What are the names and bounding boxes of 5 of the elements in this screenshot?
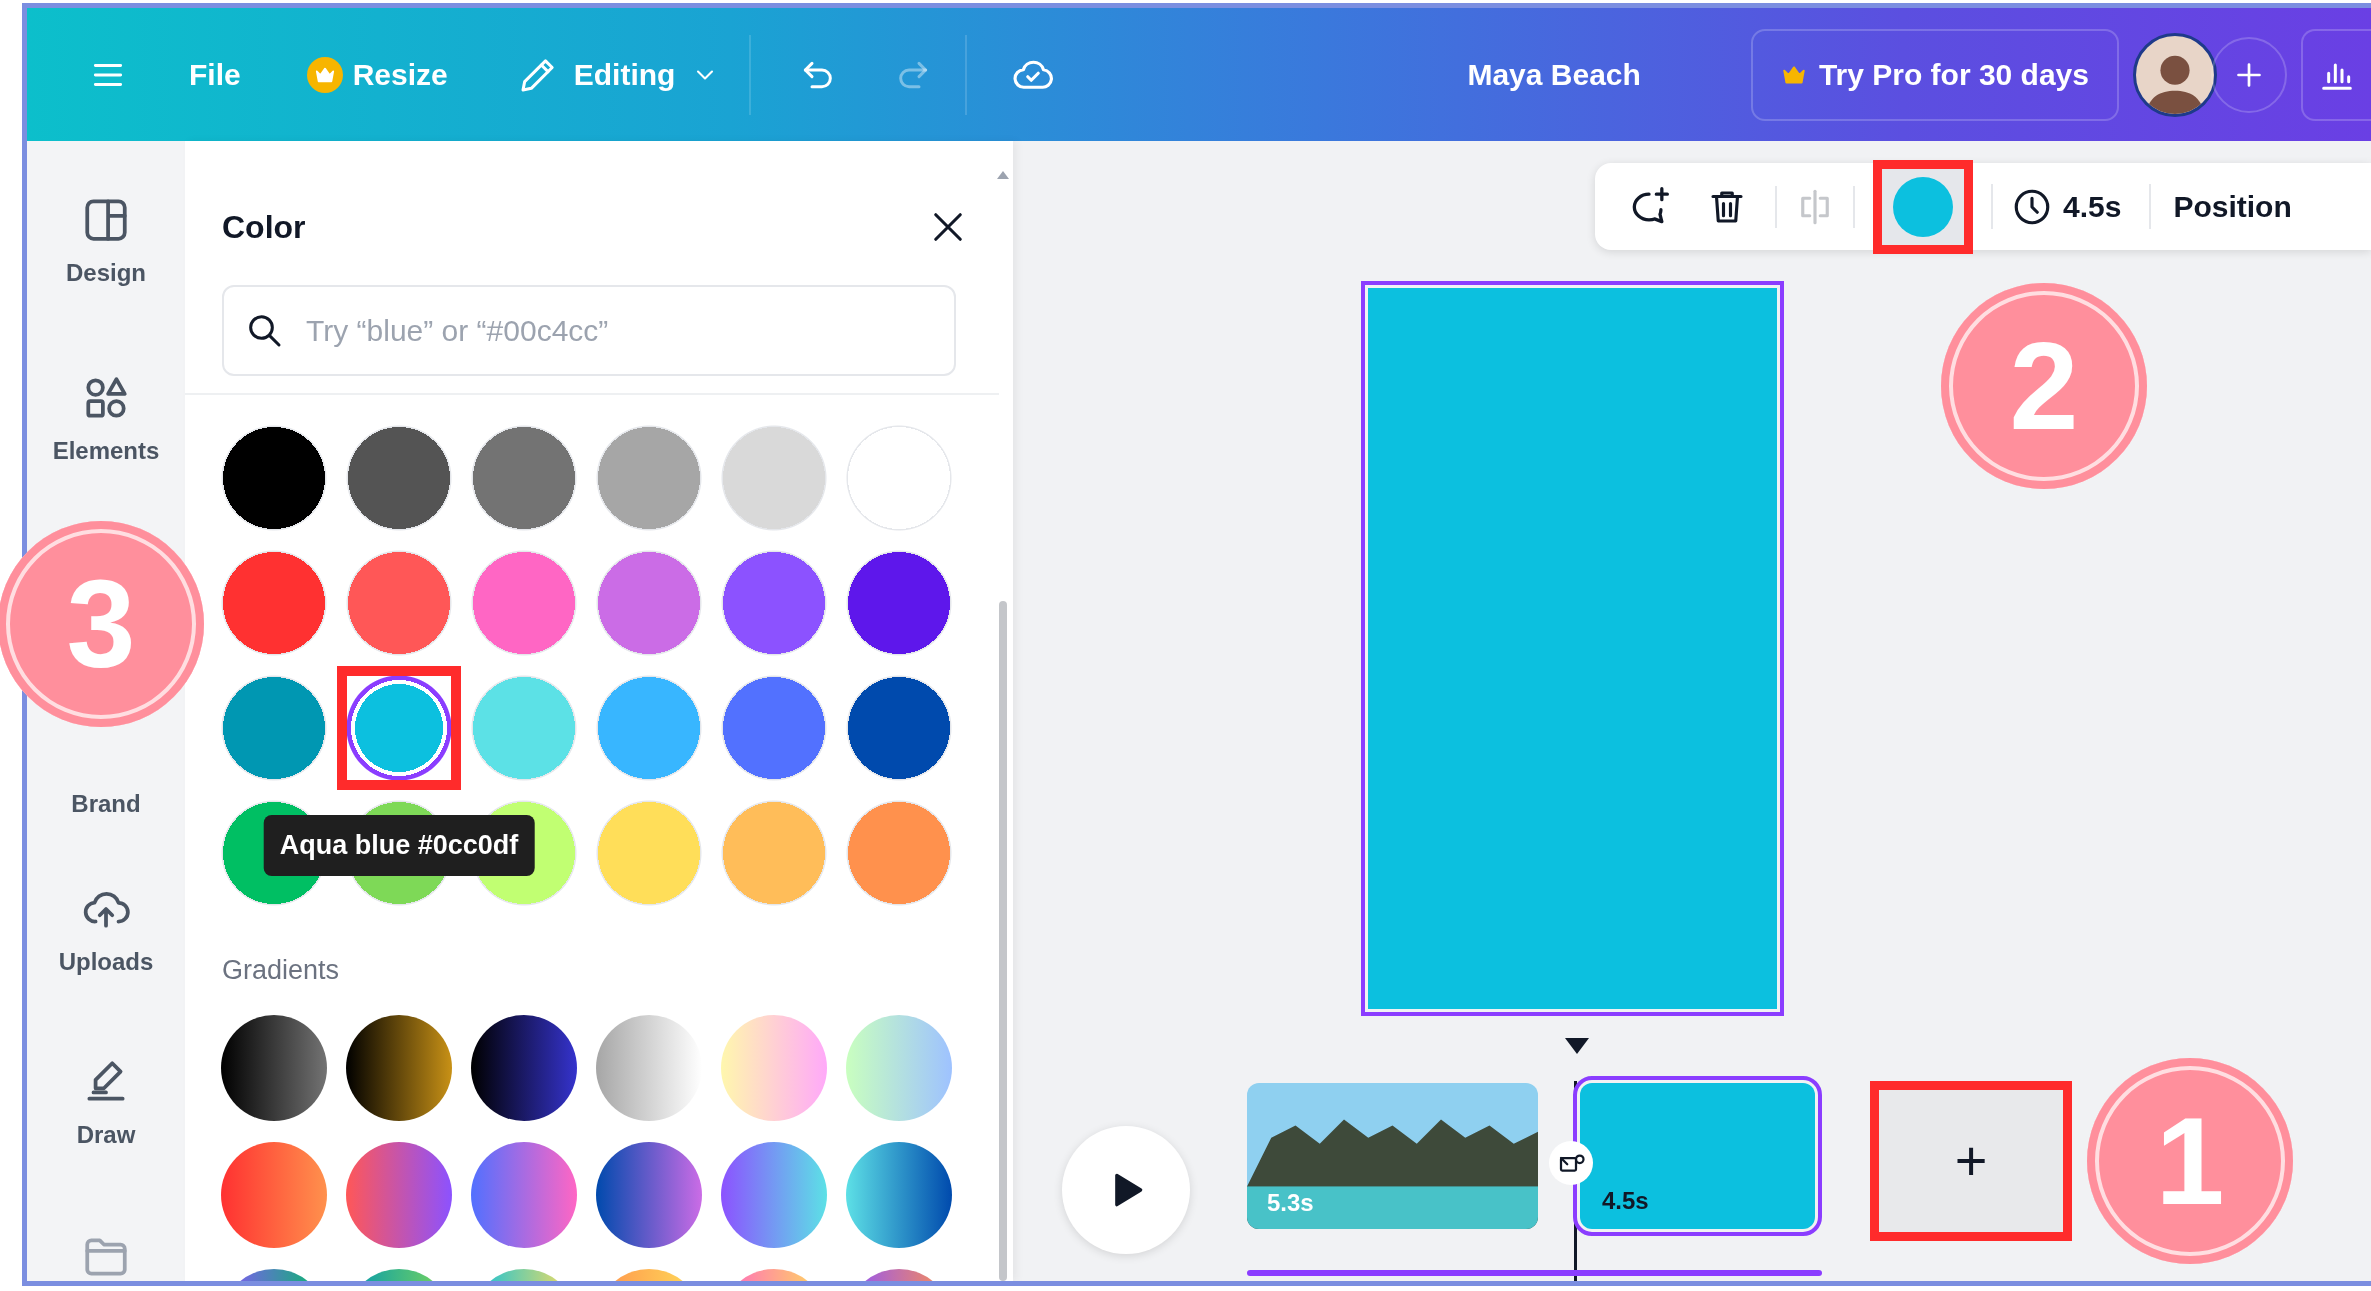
panel-title: Color <box>222 208 306 247</box>
clip-duration: 4.5s <box>1602 1186 1649 1216</box>
clip-duration: 5.3s <box>1267 1188 1314 1218</box>
tooltip: Aqua blue #0cc0df <box>263 815 535 876</box>
section-label: Gradients <box>221 954 341 987</box>
